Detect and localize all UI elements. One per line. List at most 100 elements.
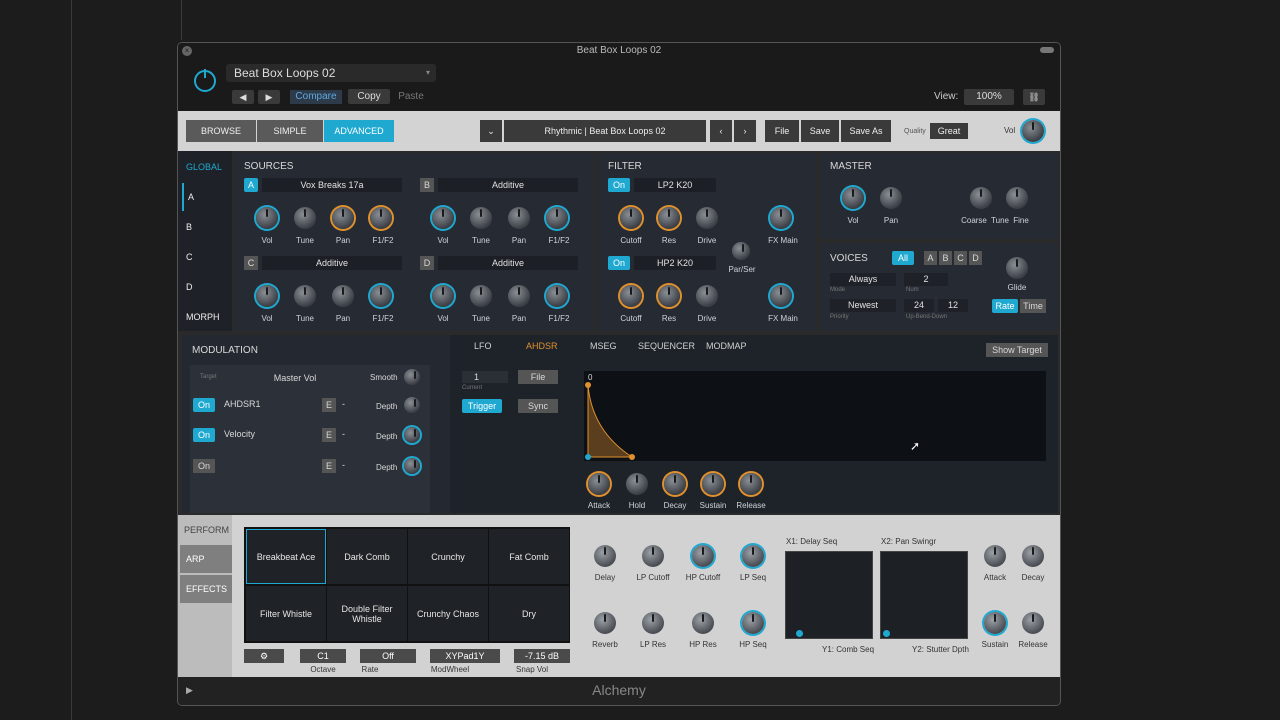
next-preset-button[interactable]: ▶ bbox=[258, 90, 280, 104]
mod1-e-button[interactable]: E bbox=[322, 398, 336, 412]
master-vol-knob[interactable] bbox=[1022, 120, 1044, 142]
source-d-pan-knob[interactable] bbox=[508, 285, 530, 307]
source-b-name[interactable]: Additive bbox=[438, 178, 578, 192]
mod3-on-toggle[interactable]: On bbox=[193, 459, 215, 473]
filter2-on-toggle[interactable]: On bbox=[608, 256, 630, 270]
pad-7[interactable]: Crunchy Chaos bbox=[408, 586, 488, 641]
source-a-name[interactable]: Vox Breaks 17a bbox=[262, 178, 402, 192]
lp-seq-knob[interactable] bbox=[742, 545, 764, 567]
sidebar-item-d[interactable]: D bbox=[182, 273, 230, 301]
filter1-cutoff-knob[interactable] bbox=[620, 207, 642, 229]
filter1-drive-knob[interactable] bbox=[696, 207, 718, 229]
tab-modmap[interactable]: MODMAP bbox=[706, 341, 747, 351]
view-zoom-select[interactable]: 100% bbox=[964, 89, 1014, 105]
lp-res-knob[interactable] bbox=[642, 612, 664, 634]
filter2-drive-knob[interactable] bbox=[696, 285, 718, 307]
save-as-button[interactable]: Save As bbox=[841, 120, 891, 142]
voices-c-button[interactable]: C bbox=[954, 251, 967, 265]
prev-preset-button[interactable]: ◀ bbox=[232, 90, 254, 104]
fx-select[interactable]: FX Main bbox=[758, 236, 808, 245]
source-b-button[interactable]: B bbox=[420, 178, 434, 192]
octave-select[interactable]: C1 bbox=[300, 649, 346, 663]
source-b-vol-knob[interactable] bbox=[432, 207, 454, 229]
preset-path[interactable]: Rhythmic | Beat Box Loops 02 bbox=[504, 120, 706, 142]
sidebar-item-b[interactable]: B bbox=[182, 213, 230, 241]
source-d-name[interactable]: Additive bbox=[438, 256, 578, 270]
hold-knob[interactable] bbox=[626, 473, 648, 495]
sidebar-item-c[interactable]: C bbox=[182, 243, 230, 271]
mod2-dash[interactable]: - bbox=[342, 429, 345, 439]
save-button[interactable]: Save bbox=[801, 120, 839, 142]
source-a-pan-knob[interactable] bbox=[332, 207, 354, 229]
mode-simple[interactable]: SIMPLE bbox=[257, 120, 323, 142]
release-knob[interactable] bbox=[740, 473, 762, 495]
source-c-vol-knob[interactable] bbox=[256, 285, 278, 307]
current-stepper[interactable]: 1 bbox=[462, 371, 508, 383]
mode-browse[interactable]: BROWSE bbox=[186, 120, 256, 142]
perform-attack-knob[interactable] bbox=[984, 545, 1006, 567]
pad-1[interactable]: Breakbeat Ace bbox=[246, 529, 326, 584]
mod2-e-button[interactable]: E bbox=[322, 428, 336, 442]
source-c-pan-knob[interactable] bbox=[332, 285, 354, 307]
reverb-knob[interactable] bbox=[594, 612, 616, 634]
pad-3[interactable]: Crunchy bbox=[408, 529, 488, 584]
mod1-dash[interactable]: - bbox=[342, 399, 345, 409]
power-icon[interactable] bbox=[194, 69, 216, 92]
filter2-res-knob[interactable] bbox=[658, 285, 680, 307]
snap-vol-field[interactable]: -7.15 dB bbox=[514, 649, 570, 663]
hp-seq-knob[interactable] bbox=[742, 612, 764, 634]
tab-arp[interactable]: ARP bbox=[180, 545, 232, 573]
voices-a-button[interactable]: A bbox=[924, 251, 937, 265]
xy-pad-1[interactable] bbox=[785, 551, 873, 639]
gear-icon[interactable]: ⚙ bbox=[244, 649, 284, 663]
voices-d-button[interactable]: D bbox=[969, 251, 982, 265]
sidebar-item-a[interactable]: A bbox=[182, 183, 230, 211]
filter-route-select[interactable]: F1/F2 bbox=[360, 236, 406, 245]
sidebar-item-morph[interactable]: MORPH bbox=[182, 303, 230, 331]
ahdsr-file-button[interactable]: File bbox=[518, 370, 558, 384]
mod2-depth-knob[interactable] bbox=[404, 427, 420, 443]
chevron-left-icon[interactable]: ‹ bbox=[710, 120, 732, 142]
link-icon[interactable]: ⛓ bbox=[1023, 89, 1045, 105]
tab-sequencer[interactable]: SEQUENCER bbox=[638, 341, 695, 351]
lp-cutoff-knob[interactable] bbox=[642, 545, 664, 567]
resize-icon[interactable] bbox=[1040, 47, 1054, 53]
tab-perform[interactable]: PERFORM bbox=[184, 525, 229, 535]
file-button[interactable]: File bbox=[765, 120, 799, 142]
delay-knob[interactable] bbox=[594, 545, 616, 567]
source-a-button[interactable]: A bbox=[244, 178, 258, 192]
filter1-on-toggle[interactable]: On bbox=[608, 178, 630, 192]
source-d-vol-knob[interactable] bbox=[432, 285, 454, 307]
source-d-f1f2-knob[interactable] bbox=[546, 285, 568, 307]
hp-cutoff-knob[interactable] bbox=[692, 545, 714, 567]
filter2-type[interactable]: HP2 K20 bbox=[634, 256, 716, 270]
smooth-knob[interactable] bbox=[404, 369, 420, 385]
filter2-cutoff-knob[interactable] bbox=[620, 285, 642, 307]
tab-effects[interactable]: EFFECTS bbox=[180, 575, 232, 603]
bend-up-select[interactable]: 24 bbox=[904, 299, 934, 312]
chevron-right-icon[interactable]: › bbox=[734, 120, 756, 142]
paste-button[interactable]: Paste bbox=[392, 89, 430, 104]
mod2-source-select[interactable]: Velocity bbox=[224, 429, 314, 439]
perform-release-knob[interactable] bbox=[1022, 612, 1044, 634]
glide-time-button[interactable]: Time bbox=[1020, 299, 1046, 313]
chevron-down-icon[interactable]: ⌄ bbox=[480, 120, 502, 142]
source-c-f1f2-knob[interactable] bbox=[370, 285, 392, 307]
tab-mseg[interactable]: MSEG bbox=[590, 341, 617, 351]
filter2-fx-knob[interactable] bbox=[770, 285, 792, 307]
quality-select[interactable]: Great bbox=[930, 123, 968, 139]
source-a-f1f2-knob[interactable] bbox=[370, 207, 392, 229]
hp-res-knob[interactable] bbox=[692, 612, 714, 634]
copy-button[interactable]: Copy bbox=[348, 89, 390, 104]
modwheel-select[interactable]: XYPad1Y bbox=[430, 649, 500, 663]
mode-advanced[interactable]: ADVANCED bbox=[324, 120, 394, 142]
voices-b-button[interactable]: B bbox=[939, 251, 952, 265]
master-coarse-knob[interactable] bbox=[970, 187, 992, 209]
envelope-graph[interactable]: 0 ➚ bbox=[584, 371, 1046, 461]
tab-ahdsr[interactable]: AHDSR bbox=[526, 341, 558, 351]
glide-rate-button[interactable]: Rate bbox=[992, 299, 1018, 313]
pad-8[interactable]: Dry bbox=[489, 586, 569, 641]
show-target-button[interactable]: Show Target bbox=[986, 343, 1048, 357]
fx-select[interactable]: FX Main bbox=[758, 314, 808, 323]
master-pan-knob[interactable] bbox=[880, 187, 902, 209]
